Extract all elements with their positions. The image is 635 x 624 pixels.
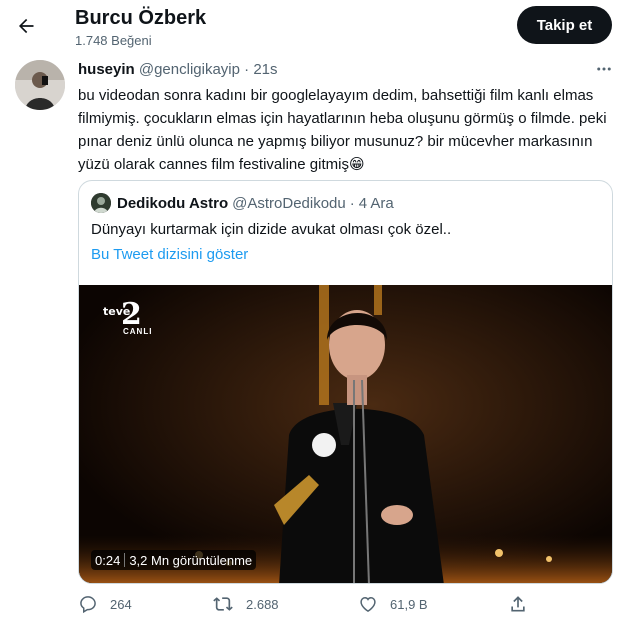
like-count: 61,9 B: [390, 596, 428, 612]
more-button[interactable]: [592, 58, 616, 80]
profile-header: Burcu Özberk 1.748 Beğeni Takip et: [0, 0, 635, 56]
quote-author-name: Dedikodu Astro: [117, 194, 229, 212]
video-info-badge: 0:24 3,2 Mn görüntülenme: [91, 550, 257, 570]
quote-header: Dedikodu Astro @AstroDedikodu · 4 Ara: [91, 193, 394, 213]
badge-divider: [124, 553, 126, 567]
reply-icon: [80, 596, 96, 614]
follow-button[interactable]: Takip et: [517, 6, 612, 44]
reply-button[interactable]: 264: [78, 594, 132, 614]
retweet-button[interactable]: 2.688: [212, 594, 279, 614]
quote-time: 4 Ara: [358, 194, 394, 212]
retweet-count: 2.688: [246, 596, 279, 612]
share-button[interactable]: [508, 594, 540, 614]
quote-avatar: [91, 193, 111, 213]
like-icon: [360, 596, 376, 613]
like-button[interactable]: 61,9 B: [358, 594, 428, 614]
quote-text: Dünyayı kurtarmak için dizide avukat olm…: [91, 221, 452, 238]
tweet-text: bu videodan sonra kadını bir googlelayay…: [78, 84, 618, 176]
back-button[interactable]: [12, 12, 40, 40]
quoted-tweet[interactable]: Dedikodu Astro @AstroDedikodu · 4 Ara Dü…: [78, 180, 613, 584]
retweet-icon: [213, 597, 233, 611]
avatar[interactable]: [15, 60, 65, 110]
live-label: CANLI: [123, 327, 153, 336]
more-horizontal-icon: [597, 67, 611, 71]
author-name[interactable]: huseyin: [78, 61, 135, 78]
profile-name: Burcu Özberk: [75, 7, 207, 29]
quote-separator-dot: ·: [349, 194, 355, 212]
tweet-header: huseyin @gencligikayip · 21s: [78, 61, 278, 78]
author-handle[interactable]: @gencligikayip: [139, 61, 240, 78]
arrow-left-icon: [19, 18, 34, 34]
avatar-image: [15, 60, 65, 110]
grin-emoji-icon: 😁: [348, 156, 365, 173]
quote-author-handle: @AstroDedikodu: [232, 194, 346, 212]
reply-count: 264: [110, 596, 132, 612]
likes-count: 1.748 Beğeni: [75, 33, 152, 48]
separator-dot: ·: [244, 61, 250, 78]
tweet-time[interactable]: 21s: [253, 61, 277, 78]
video-views: 3,2 Mn görüntülenme: [129, 552, 253, 568]
video-duration: 0:24: [95, 552, 121, 568]
share-icon: [511, 596, 525, 612]
video-frame: [79, 285, 612, 583]
show-thread-link[interactable]: Bu Tweet dizisini göster: [91, 246, 248, 263]
video-player[interactable]: teve 2 CANLI 0:24 3,2 Mn görüntülenme: [79, 285, 612, 583]
tweet-body: bu videodan sonra kadını bir googlelayay…: [78, 87, 607, 173]
tweet-actions: 264 2.688 61,9 B: [78, 594, 618, 618]
